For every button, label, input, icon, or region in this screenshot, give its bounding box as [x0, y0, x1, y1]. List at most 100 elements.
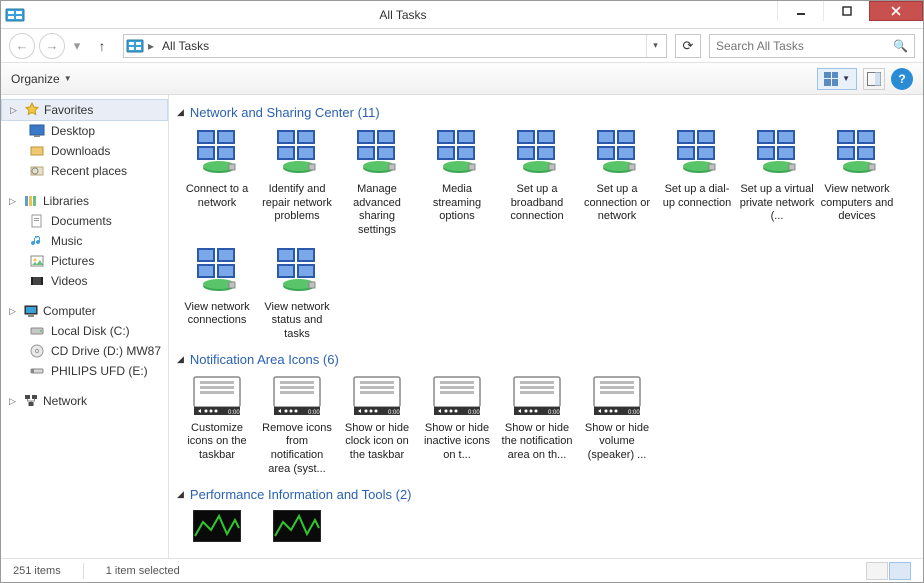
- preview-pane-button[interactable]: [863, 68, 885, 90]
- search-input[interactable]: [716, 39, 893, 53]
- sidebar-item-desktop[interactable]: Desktop: [1, 121, 168, 141]
- sidebar-item-local-disk[interactable]: Local Disk (C:): [1, 321, 168, 341]
- maximize-button[interactable]: [823, 1, 869, 21]
- icons-view-button[interactable]: [889, 562, 911, 580]
- task-item[interactable]: Media streaming options: [417, 126, 497, 240]
- recent-icon: [29, 163, 45, 179]
- task-item[interactable]: Show or hide inactive icons on t...: [417, 373, 497, 479]
- sidebar-item-music[interactable]: Music: [1, 231, 168, 251]
- address-bar[interactable]: ▸ All Tasks ▾: [123, 34, 667, 58]
- task-item[interactable]: [177, 508, 257, 551]
- items-grid: [177, 508, 913, 555]
- libraries-icon: [23, 193, 39, 209]
- task-label: Show or hide inactive icons on t...: [419, 422, 495, 463]
- task-label: Connect to a network: [179, 183, 255, 211]
- breadcrumb[interactable]: All Tasks: [158, 39, 213, 53]
- task-icon: [259, 128, 335, 181]
- close-button[interactable]: [869, 1, 923, 21]
- selection-count: 1 item selected: [106, 565, 180, 577]
- sidebar-item-documents[interactable]: Documents: [1, 211, 168, 231]
- content-pane[interactable]: ◢Network and Sharing Center (11) Connect …: [169, 95, 923, 558]
- help-button[interactable]: ?: [891, 68, 913, 90]
- group-title: Performance Information and Tools (2): [190, 487, 412, 502]
- view-mode-button[interactable]: ▼: [817, 68, 857, 90]
- task-item[interactable]: View network connections: [177, 244, 257, 344]
- sidebar-item-usb-drive[interactable]: PHILIPS UFD (E:): [1, 361, 168, 381]
- nav-tree: ▷ Favorites Desktop Downloads Recent pla…: [1, 95, 169, 558]
- task-item[interactable]: Customize icons on the taskbar: [177, 373, 257, 479]
- chevron-icon: ▷: [9, 306, 19, 317]
- task-item[interactable]: Set up a broadband connection: [497, 126, 577, 240]
- chevron-down-icon: ◢: [177, 107, 184, 118]
- statusbar: 251 items 1 item selected: [1, 558, 923, 582]
- history-dropdown[interactable]: ▾: [69, 38, 85, 54]
- task-icon: [739, 128, 815, 181]
- task-label: Customize icons on the taskbar: [179, 422, 255, 463]
- desktop-icon: [29, 123, 45, 139]
- sidebar-group-favorites[interactable]: ▷ Favorites: [1, 99, 168, 121]
- task-item[interactable]: Set up a virtual private network (...: [737, 126, 817, 240]
- task-label: Set up a connection or network: [579, 183, 655, 224]
- search-box[interactable]: 🔍: [709, 34, 915, 58]
- task-icon: [259, 375, 335, 420]
- sidebar-item-downloads[interactable]: Downloads: [1, 141, 168, 161]
- task-item[interactable]: View network computers and devices: [817, 126, 897, 240]
- downloads-icon: [29, 143, 45, 159]
- sidebar-item-pictures[interactable]: Pictures: [1, 251, 168, 271]
- network-icon: [23, 393, 39, 409]
- up-button[interactable]: ↑: [93, 37, 111, 55]
- task-label: View network status and tasks: [259, 301, 335, 342]
- task-item[interactable]: [257, 508, 337, 551]
- task-label: View network connections: [179, 301, 255, 329]
- group-header[interactable]: ◢ Performance Information and Tools (2): [177, 487, 913, 502]
- usb-icon: [29, 363, 45, 379]
- sidebar-item-cd-drive[interactable]: CD Drive (D:) MW87: [1, 341, 168, 361]
- disk-icon: [29, 323, 45, 339]
- task-label: Identify and repair network problems: [259, 183, 335, 224]
- organize-menu[interactable]: Organize: [11, 72, 72, 86]
- back-button[interactable]: ←: [9, 33, 35, 59]
- task-label: Set up a dial-up connection: [659, 183, 735, 211]
- task-icon: [819, 128, 895, 181]
- sidebar-label: Favorites: [44, 103, 93, 117]
- task-label: Set up a virtual private network (...: [739, 183, 815, 224]
- computer-icon: [23, 303, 39, 319]
- minimize-button[interactable]: [777, 1, 823, 21]
- breadcrumb-separator-icon: ▸: [148, 39, 154, 53]
- task-label: Show or hide volume (speaker) ...: [579, 422, 655, 463]
- task-item[interactable]: Manage advanced sharing settings: [337, 126, 417, 240]
- task-item[interactable]: Identify and repair network problems: [257, 126, 337, 240]
- details-view-button[interactable]: [866, 562, 888, 580]
- sidebar-item-recent[interactable]: Recent places: [1, 161, 168, 181]
- sidebar-item-videos[interactable]: Videos: [1, 271, 168, 291]
- task-icon: [259, 246, 335, 299]
- task-item[interactable]: Connect to a network: [177, 126, 257, 240]
- task-label: Set up a broadband connection: [499, 183, 575, 224]
- group-header[interactable]: ◢Notification Area Icons (6): [177, 352, 913, 367]
- task-item[interactable]: Set up a connection or network: [577, 126, 657, 240]
- address-dropdown[interactable]: ▾: [646, 35, 664, 57]
- items-grid: Customize icons on the taskbarRemove ico…: [177, 373, 913, 483]
- task-item[interactable]: View network status and tasks: [257, 244, 337, 344]
- sidebar-group-computer[interactable]: ▷ Computer: [1, 301, 168, 321]
- refresh-button[interactable]: ⟳: [675, 34, 701, 58]
- control-panel-icon: [5, 7, 25, 23]
- task-label: Show or hide the notification area on th…: [499, 422, 575, 463]
- sidebar-label: Computer: [43, 304, 96, 318]
- task-label: Remove icons from notification area (sys…: [259, 422, 335, 477]
- task-item[interactable]: Show or hide volume (speaker) ...: [577, 373, 657, 479]
- task-item[interactable]: Set up a dial-up connection: [657, 126, 737, 240]
- sidebar-label: Network: [43, 394, 87, 408]
- window-title: All Tasks: [29, 8, 777, 22]
- titlebar: All Tasks: [1, 1, 923, 29]
- view-switcher: [866, 562, 911, 580]
- sidebar-group-network[interactable]: ▷ Network: [1, 391, 168, 411]
- task-item[interactable]: Remove icons from notification area (sys…: [257, 373, 337, 479]
- group-header[interactable]: ◢Network and Sharing Center (11): [177, 105, 913, 120]
- task-item[interactable]: Show or hide the notification area on th…: [497, 373, 577, 479]
- task-item[interactable]: Show or hide clock icon on the taskbar: [337, 373, 417, 479]
- forward-button[interactable]: →: [39, 33, 65, 59]
- sidebar-group-libraries[interactable]: ▷ Libraries: [1, 191, 168, 211]
- chevron-down-icon: ◢: [177, 489, 184, 500]
- music-icon: [29, 233, 45, 249]
